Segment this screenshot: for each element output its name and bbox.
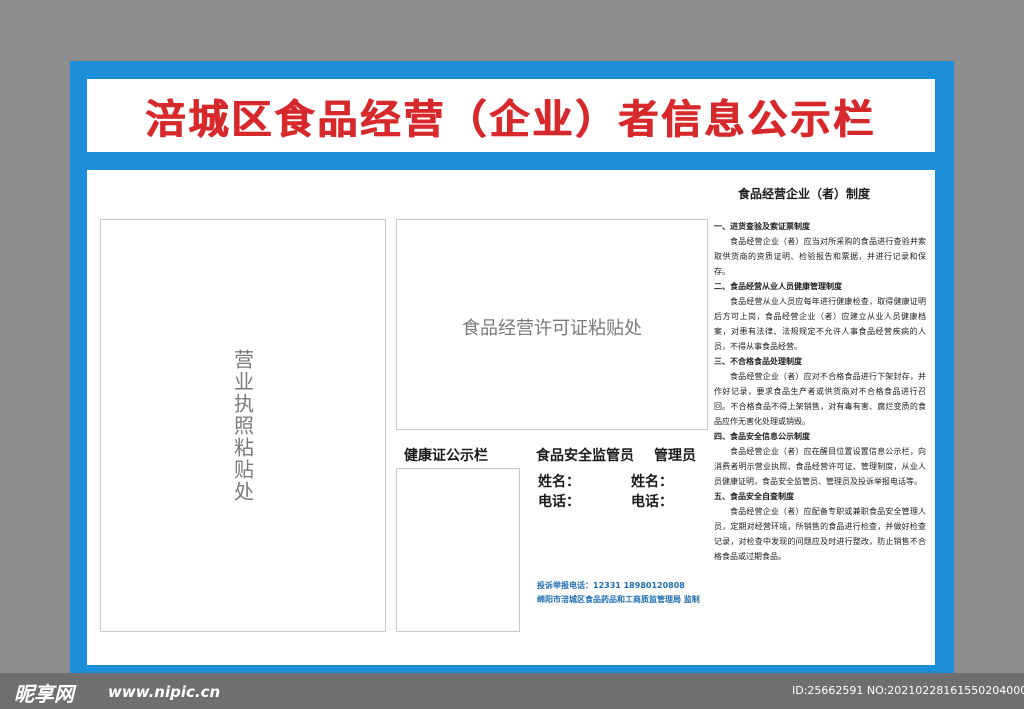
rules-title: 食品经营企业（者）制度 — [738, 187, 871, 201]
manager-name-label: 姓名： — [631, 474, 673, 490]
rules-body: 一、进货查验及索证票制度 食品经营企业（者）应当对所采购的食品进行查验并索取供货… — [714, 219, 926, 564]
rule-heading-5: 五、食品安全自查制度 — [714, 492, 794, 501]
health-cert-title: 健康证公示栏 — [404, 448, 488, 464]
rule-body-5: 食品经营企业（者）应配备专职或兼职食品安全管理人员，定期对经营环境，所销售的食品… — [714, 507, 926, 561]
watermark-url: www.nipic.cn — [108, 683, 221, 701]
rule-heading-3: 三、不合格食品处理制度 — [714, 357, 802, 366]
rule-body-2: 食品经营从业人员应每年进行健康检查，取得健康证明后方可上岗，食品经营企业（者）应… — [714, 297, 926, 351]
food-license-label: 食品经营许可证粘贴处 — [462, 318, 642, 339]
rule-body-1: 食品经营企业（者）应当对所采购的食品进行查验并索取供货商的资质证明、检验报告和票… — [714, 237, 926, 276]
business-license-frame: 营业执照粘贴处 — [100, 219, 386, 632]
watermark-logo: 昵享网 — [14, 682, 74, 706]
issuer-line: 绵阳市涪城区食品药品和工商质监管理局 监制 — [537, 595, 700, 604]
watermark-id: ID:25662591 NO:20210228161550204000 — [792, 684, 1024, 697]
manager-header: 管理员 — [654, 448, 696, 464]
business-license-label: 营业执照粘贴处 — [230, 348, 255, 503]
food-license-frame: 食品经营许可证粘贴处 — [396, 219, 708, 430]
title-banner: 涪城区食品经营（企业）者信息公示栏 — [87, 79, 935, 152]
page-title: 涪城区食品经营（企业）者信息公示栏 — [145, 96, 877, 143]
complaint-phone: 投诉举报电话：12331 18980120808 — [537, 581, 685, 590]
rule-body-4: 食品经营企业（者）应在醒目位置设置信息公示栏，向消费者明示营业执照、食品经营许可… — [714, 447, 926, 486]
manager-phone-label: 电话： — [631, 494, 673, 510]
rule-body-3: 食品经营企业（者）应对不合格食品进行下架封存，并作好记录，要求食品生产者或供货商… — [714, 372, 926, 426]
health-cert-frame — [396, 468, 520, 632]
rule-heading-2: 二、食品经营从业人员健康管理制度 — [714, 282, 842, 291]
supervisor-name-label: 姓名： — [538, 474, 580, 490]
supervisor-header: 食品安全监管员 — [536, 448, 634, 464]
rule-heading-1: 一、进货查验及索证票制度 — [714, 222, 810, 231]
supervisor-phone-label: 电话： — [538, 494, 580, 510]
rule-heading-4: 四、食品安全信息公示制度 — [714, 432, 810, 441]
